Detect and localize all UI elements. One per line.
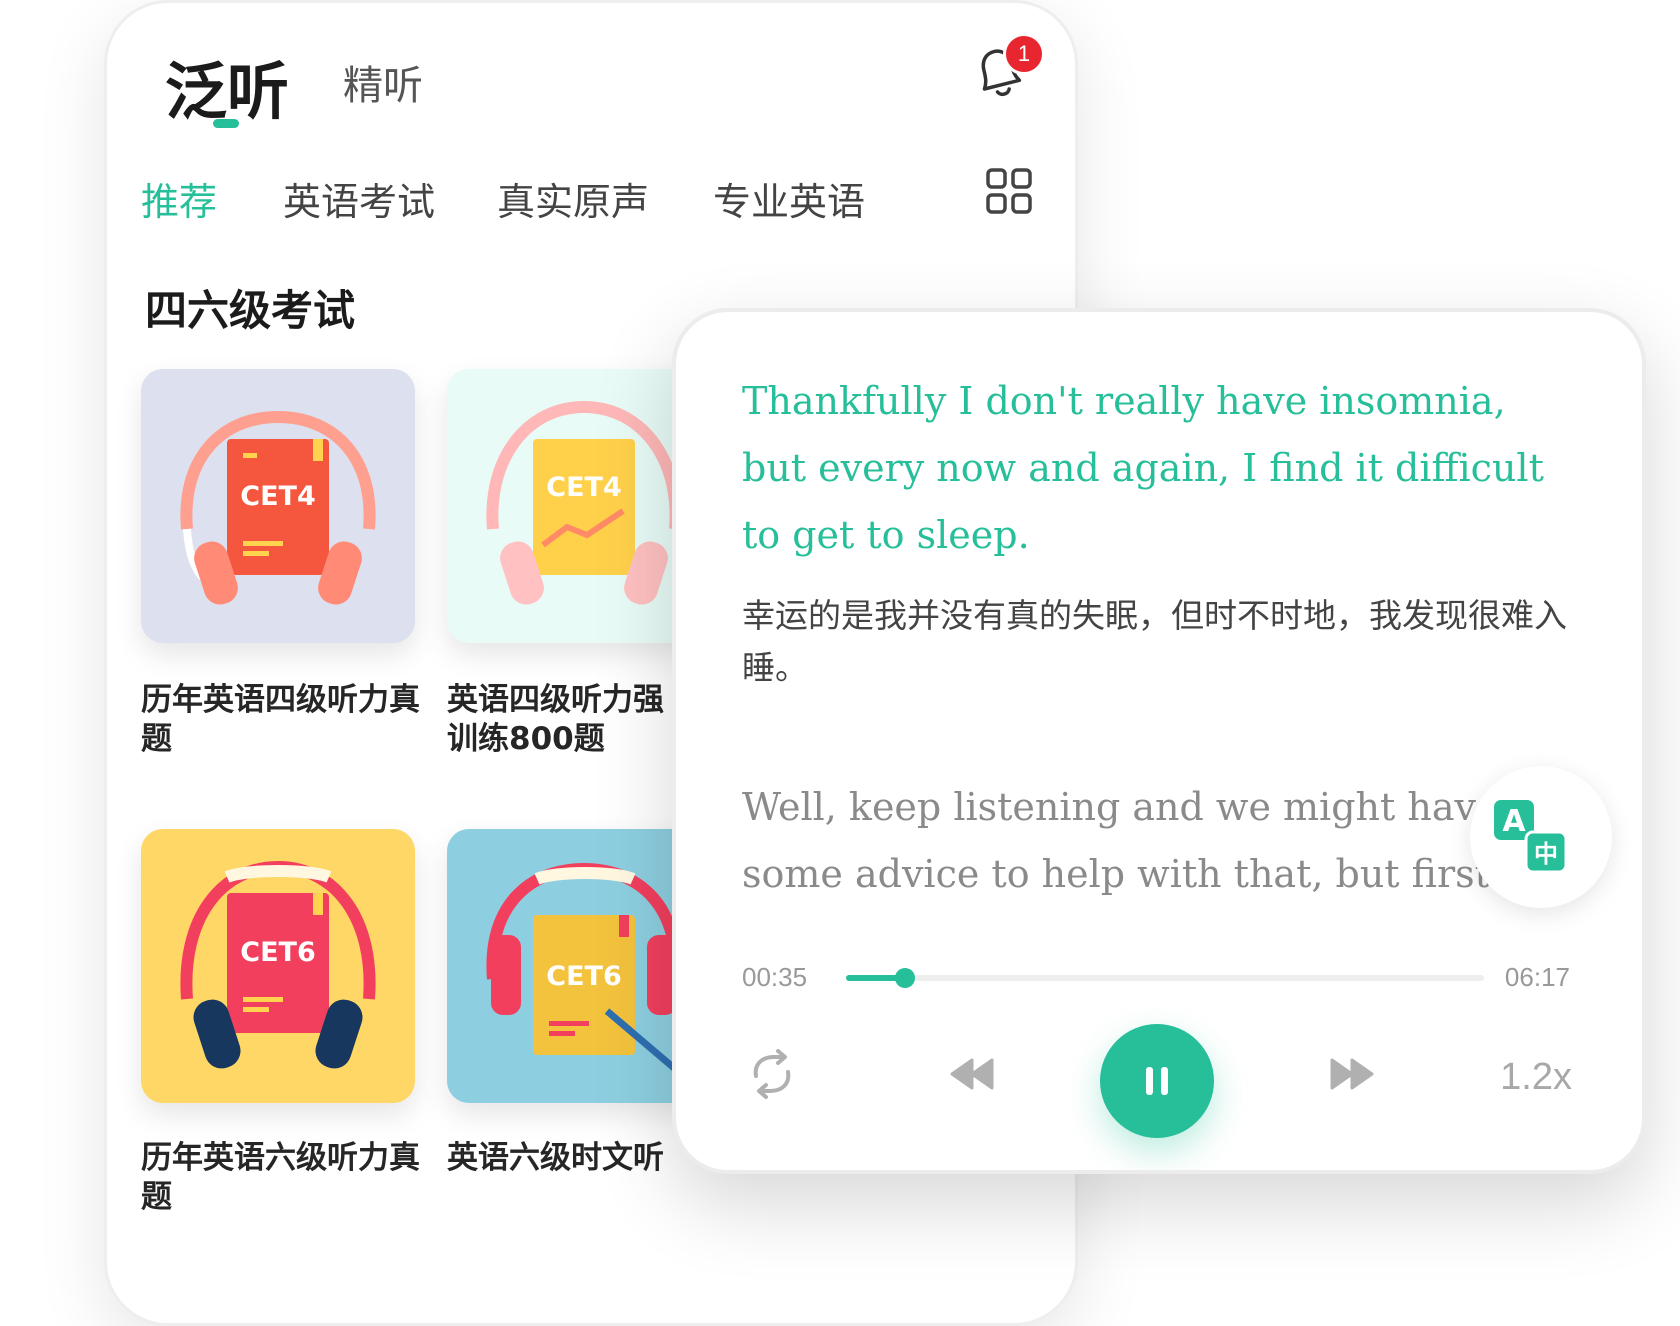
subtitle-fade-mask xyxy=(742,910,1562,946)
progress-bar[interactable] xyxy=(846,968,1484,988)
category-tab-english-exams[interactable]: 英语考试 xyxy=(283,171,435,226)
category-tab-real-audio[interactable]: 真实原声 xyxy=(497,171,649,226)
subtitle-current-english[interactable]: Thankfully I don't really have insomnia,… xyxy=(742,368,1562,569)
repeat-button[interactable] xyxy=(744,1046,800,1102)
translate-icon: A 中 xyxy=(1494,800,1568,874)
pause-button[interactable] xyxy=(1100,1024,1214,1138)
course-card-cet6-past-papers[interactable]: CET6 xyxy=(141,829,415,1103)
category-tab-recommended[interactable]: 推荐 xyxy=(141,171,217,226)
course-title-cet4-past-papers[interactable]: 历年英语四级听力真题 xyxy=(141,681,431,759)
active-tab-indicator xyxy=(213,119,239,128)
svg-text:中: 中 xyxy=(1534,840,1558,868)
fast-forward-button[interactable] xyxy=(1328,1056,1376,1092)
grid-menu-icon[interactable] xyxy=(985,167,1033,215)
pause-icon xyxy=(1146,1067,1168,1095)
current-time: 00:35 xyxy=(742,962,808,992)
repeat-icon xyxy=(753,1049,791,1099)
headphones-book-illustration: CET4 xyxy=(180,410,376,605)
tab-intensive-listening[interactable]: 精听 xyxy=(343,53,423,111)
subtitle-current-chinese: 幸运的是我并没有真的失眠，但时不时地，我发现很难入睡。 xyxy=(742,596,1567,687)
course-card-cet4-past-papers[interactable]: CET4 xyxy=(141,369,415,643)
category-tab-professional-english[interactable]: 专业英语 xyxy=(713,171,865,226)
notification-badge: 1 xyxy=(1003,33,1045,75)
headphones-book-illustration: CET6 xyxy=(180,860,376,1069)
rewind-icon xyxy=(950,1058,994,1090)
translate-toggle-button[interactable]: A 中 xyxy=(1470,766,1612,908)
progress-knob[interactable] xyxy=(895,968,916,988)
section-title: 四六级考试 xyxy=(145,286,356,335)
card-badge: CET4 xyxy=(240,481,315,512)
svg-text:A: A xyxy=(1502,804,1526,839)
total-time: 06:17 xyxy=(1504,962,1570,992)
playback-speed-button[interactable]: 1.2x xyxy=(1500,1056,1572,1099)
course-title-cet6-past-papers[interactable]: 历年英语六级听力真题 xyxy=(141,1139,431,1217)
card-badge: CET4 xyxy=(546,472,621,503)
audio-player-card: Thankfully I don't really have insomnia,… xyxy=(672,308,1646,1174)
rewind-button[interactable] xyxy=(948,1056,996,1092)
tab-extensive-listening[interactable]: 泛听 xyxy=(165,41,289,131)
subtitle-next-english[interactable]: Well, keep listening and we might have s… xyxy=(742,774,1562,908)
card-badge: CET6 xyxy=(240,937,315,968)
fast-forward-icon xyxy=(1330,1058,1374,1090)
card-badge: CET6 xyxy=(546,961,621,992)
